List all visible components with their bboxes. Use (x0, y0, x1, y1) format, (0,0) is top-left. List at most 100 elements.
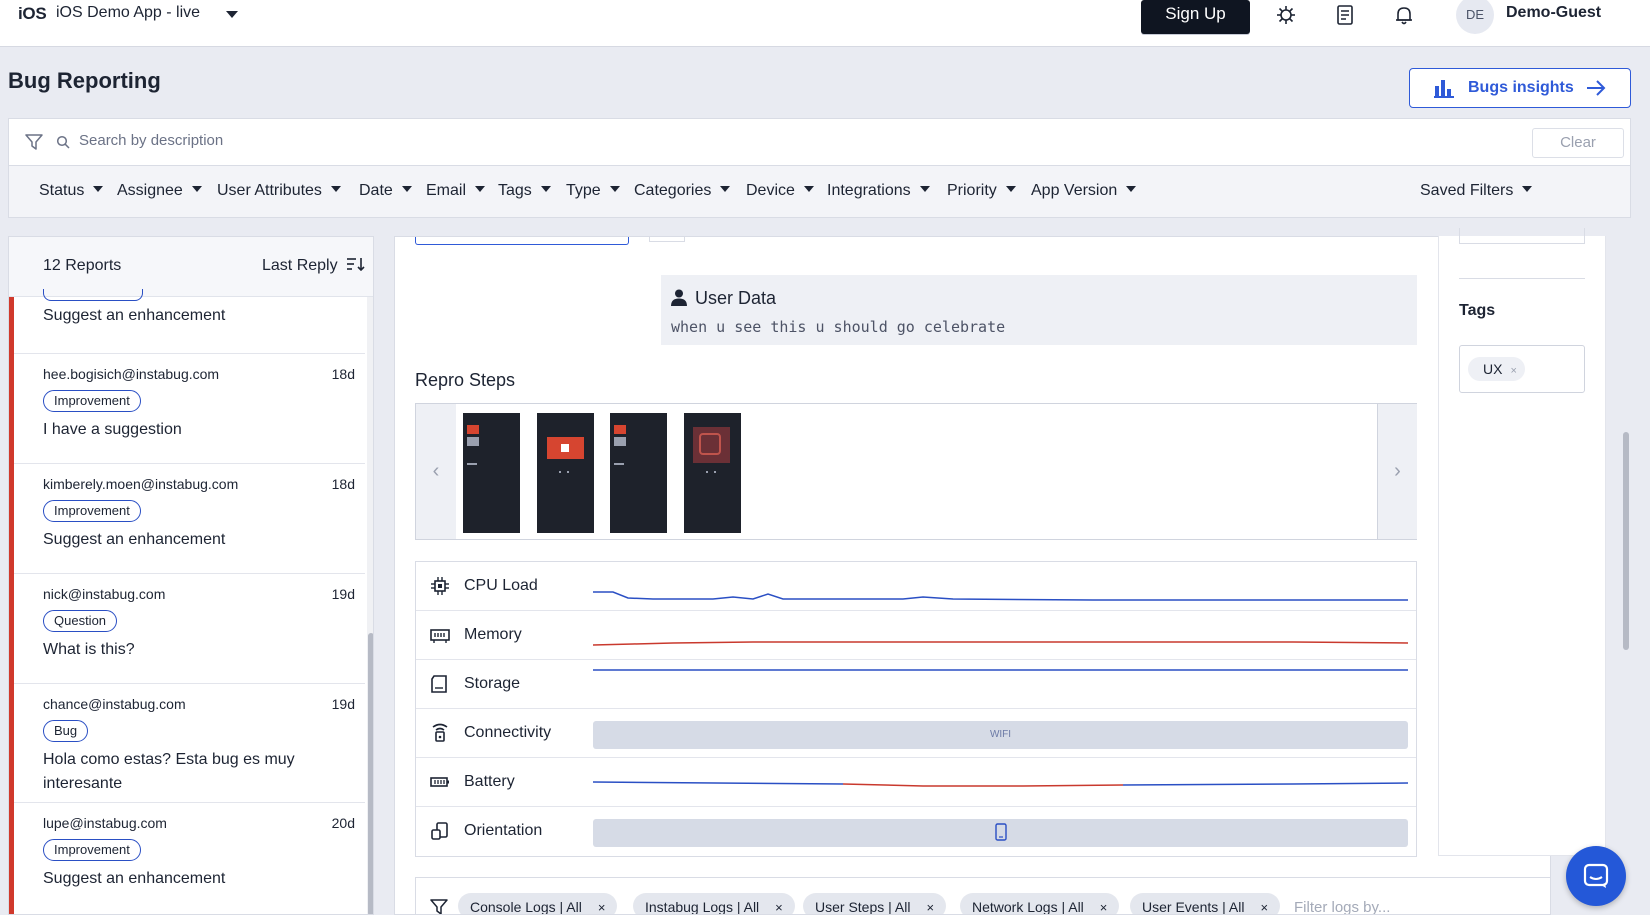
sort-label: Last Reply (262, 257, 338, 274)
bug-icon[interactable] (1275, 4, 1297, 26)
caret-down-icon[interactable] (226, 11, 238, 18)
report-age: 19d (331, 586, 355, 602)
caret-down-icon (330, 185, 341, 192)
app-selector[interactable]: iOS Demo App - live (56, 4, 200, 22)
log-chip-console[interactable]: Console Logs | All × (458, 893, 618, 915)
storage-icon (431, 675, 447, 693)
notes-icon[interactable] (1334, 4, 1356, 26)
category-badge: Improvement (43, 390, 141, 412)
carousel-prev-button[interactable]: ‹ (416, 404, 456, 539)
orientation-bar (593, 819, 1408, 847)
logs-filter-input[interactable]: Filter logs by... (1294, 899, 1390, 914)
log-chip-instabug[interactable]: Instabug Logs | All × (633, 893, 795, 914)
cpu-graph (593, 591, 1408, 601)
portrait-phone-icon (994, 823, 1007, 842)
filter-priority[interactable]: Priority (947, 182, 1016, 200)
list-item[interactable]: lupe@instabug.com 20d Improvement Sugges… (14, 803, 365, 914)
filter-device[interactable]: Device (746, 182, 814, 200)
user-name[interactable]: Demo-Guest (1506, 4, 1601, 22)
chat-button[interactable] (1566, 846, 1626, 906)
reporter-email: kimberely.moen@instabug.com (43, 476, 239, 492)
tag-chip[interactable]: UX × (1468, 357, 1525, 381)
log-chip-network[interactable]: Network Logs | All × (960, 893, 1120, 914)
sort-dropdown[interactable]: Last Reply (262, 257, 366, 275)
filter-status[interactable]: Status (39, 182, 104, 200)
metric-label: Connectivity (464, 724, 552, 741)
details-sidebar: Tags UX × (1438, 228, 1606, 856)
caret-down-icon (1522, 185, 1533, 192)
filter-date[interactable]: Date (359, 182, 412, 200)
list-scrollbar-thumb[interactable] (368, 633, 373, 914)
close-icon[interactable]: × (926, 900, 934, 914)
filter-icon[interactable] (25, 133, 43, 151)
log-chip-user-steps[interactable]: User Steps | All × (803, 893, 947, 914)
filter-tags[interactable]: Tags (498, 182, 551, 200)
filter-integrations[interactable]: Integrations (827, 182, 930, 200)
caret-down-icon (93, 185, 104, 192)
metric-row-battery: Battery (416, 758, 1416, 807)
clear-button[interactable]: Clear (1532, 128, 1624, 158)
filter-label: Priority (947, 182, 997, 199)
repro-screenshot[interactable] (684, 413, 741, 533)
search-icon (56, 135, 70, 149)
report-description: Suggest an enhancement (43, 307, 226, 324)
caret-down-icon (540, 185, 551, 192)
repro-screenshot[interactable] (463, 413, 520, 533)
filter-email[interactable]: Email (426, 182, 486, 200)
report-description: I have a suggestion (43, 421, 182, 438)
list-item[interactable]: kimberely.moen@instabug.com 18d Improvem… (14, 464, 365, 574)
carousel-next-button[interactable]: › (1377, 404, 1417, 539)
list-item[interactable]: chance@instabug.com 19d Bug Hola como es… (14, 684, 365, 803)
filter-type[interactable]: Type (566, 182, 620, 200)
category-badge: Bug (43, 720, 89, 742)
filter-label: Categories (634, 182, 712, 199)
filter-label: Type (566, 182, 601, 199)
repro-steps-carousel: ‹ › (415, 403, 1417, 540)
list-item[interactable]: nick@instabug.com 19d Question What is t… (14, 574, 365, 684)
tags-title: Tags (1459, 302, 1496, 319)
close-icon[interactable]: × (775, 900, 783, 914)
filter-label: App Version (1031, 182, 1118, 199)
filter-assignee[interactable]: Assignee (117, 182, 202, 200)
list-item[interactable]: hee.bogisich@instabug.com 18d Improvemen… (14, 354, 365, 464)
log-chip-label: Console Logs | All (470, 899, 582, 915)
saved-filters-label: Saved Filters (1420, 182, 1514, 199)
user-data-text: when u see this u should go celebrate (671, 318, 1006, 336)
caret-down-icon (191, 185, 202, 192)
bugs-insights-button[interactable]: Bugs insights (1409, 68, 1631, 108)
page-scrollbar-thumb[interactable] (1623, 432, 1629, 650)
filter-icon[interactable] (430, 898, 448, 915)
caret-down-icon (720, 185, 731, 192)
sign-up-button[interactable]: Sign Up (1141, 0, 1250, 34)
filter-label: Integrations (827, 182, 911, 199)
search-input[interactable] (79, 132, 1279, 149)
close-icon[interactable]: × (598, 900, 606, 914)
metric-row-orientation: Orientation (416, 807, 1416, 856)
chat-icon (1583, 863, 1609, 888)
arrow-right-icon (1587, 80, 1606, 96)
bell-icon[interactable] (1393, 4, 1415, 26)
report-age: 18d (331, 366, 355, 382)
filter-user-attributes[interactable]: User Attributes (217, 182, 341, 200)
repro-screenshot[interactable] (610, 413, 667, 533)
tag-label: UX (1483, 361, 1503, 377)
list-item[interactable]: Suggest an enhancement (14, 289, 365, 354)
filter-app-version[interactable]: App Version (1031, 182, 1137, 200)
filter-categories[interactable]: Categories (634, 182, 731, 200)
filter-label: Assignee (117, 182, 183, 199)
close-icon[interactable]: × (1100, 900, 1108, 914)
battery-graph (593, 781, 1408, 787)
reports-header: 12 Reports Last Reply (9, 237, 373, 297)
metric-row-cpu: CPU Load (416, 562, 1416, 611)
log-chip-user-events[interactable]: User Events | All × (1130, 893, 1281, 914)
search-bar: Clear (8, 118, 1631, 166)
memory-icon (430, 629, 450, 643)
connectivity-bar: WIFI (593, 721, 1408, 749)
repro-screenshot[interactable] (537, 413, 594, 533)
close-icon[interactable]: × (1260, 900, 1268, 914)
saved-filters[interactable]: Saved Filters (1420, 182, 1533, 200)
reports-count: 12 Reports (43, 257, 122, 274)
avatar[interactable]: DE (1456, 0, 1494, 34)
close-icon[interactable]: × (1510, 365, 1516, 377)
tags-input[interactable]: UX × (1459, 345, 1585, 393)
